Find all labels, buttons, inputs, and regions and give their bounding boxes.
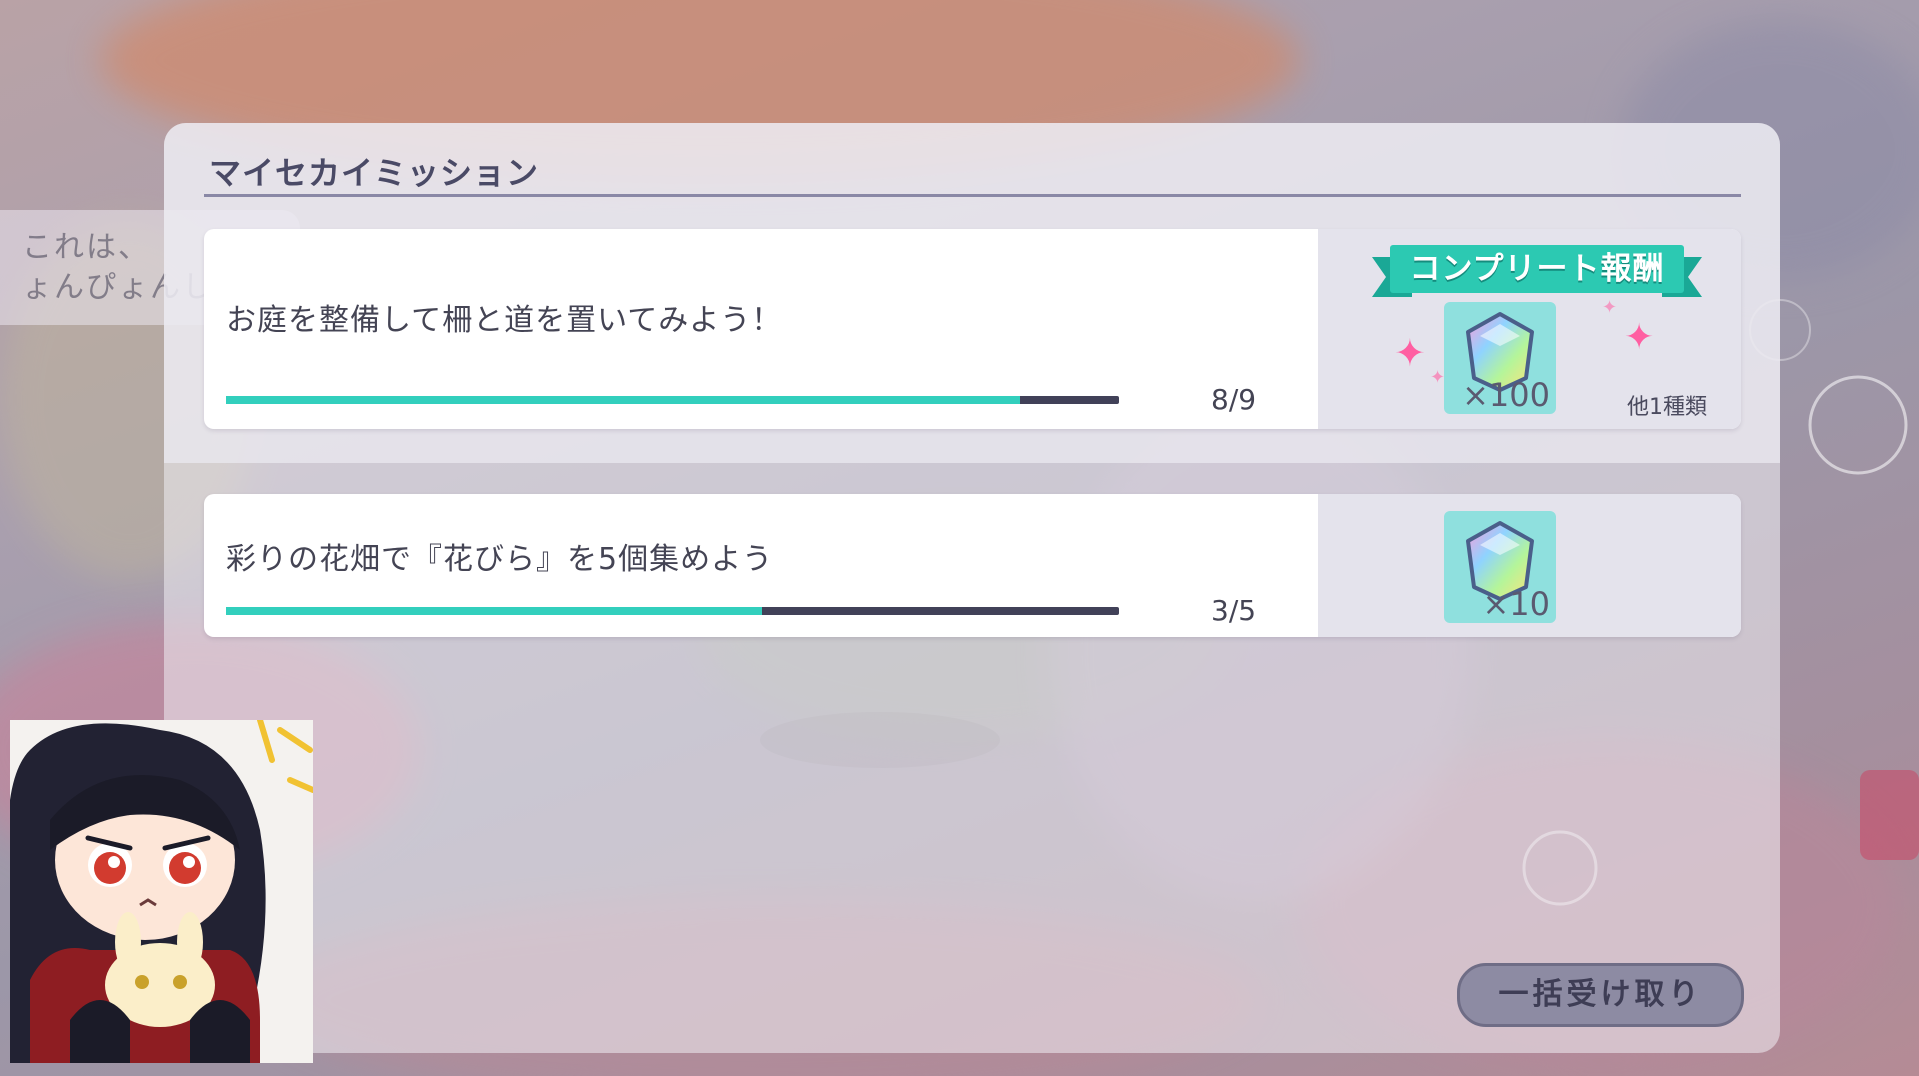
chibi-character-avatar: [10, 720, 313, 1063]
progress-bar-fill: [226, 396, 1020, 404]
progress-count: 8/9: [1211, 383, 1257, 416]
complete-reward-ribbon: コンプリート報酬: [1372, 245, 1702, 303]
panel-title: マイセカイミッション: [209, 154, 540, 192]
mission-card-1[interactable]: お庭を整備して柵と道を置いてみよう！ 8/9 コンプリート報酬 ✦ ✦ ✦ ✦ …: [204, 229, 1741, 429]
mission-text: お庭を整備して柵と道を置いてみよう！: [226, 303, 783, 338]
sparkle-icon: ✦: [1624, 317, 1655, 358]
mission-text: 彩りの花畑で『花びら』を5個集めよう: [226, 542, 774, 577]
progress-bar-fill: [226, 607, 762, 615]
sparkle-icon: ✦: [1430, 367, 1446, 388]
title-divider: [204, 194, 1741, 197]
bulk-receive-button[interactable]: 一括受け取り: [1457, 963, 1744, 1027]
other-rewards-label: 他1種類: [1627, 395, 1707, 420]
complete-reward-label: コンプリート報酬: [1390, 245, 1684, 293]
progress-bar: [226, 607, 1119, 615]
progress-bar: [226, 396, 1119, 404]
reward-quantity: ×10: [1482, 585, 1550, 623]
reward-item[interactable]: ×10: [1444, 511, 1556, 623]
character-illustration: [10, 720, 313, 1063]
reward-quantity: ×100: [1462, 376, 1550, 414]
sparkle-icon: ✦: [1602, 297, 1618, 318]
reward-item[interactable]: ×100: [1444, 302, 1556, 414]
sparkle-icon: ✦: [1394, 331, 1426, 375]
mission-card-2[interactable]: 彩りの花畑で『花びら』を5個集めよう 3/5 ×10: [204, 494, 1741, 637]
progress-count: 3/5: [1211, 594, 1257, 627]
